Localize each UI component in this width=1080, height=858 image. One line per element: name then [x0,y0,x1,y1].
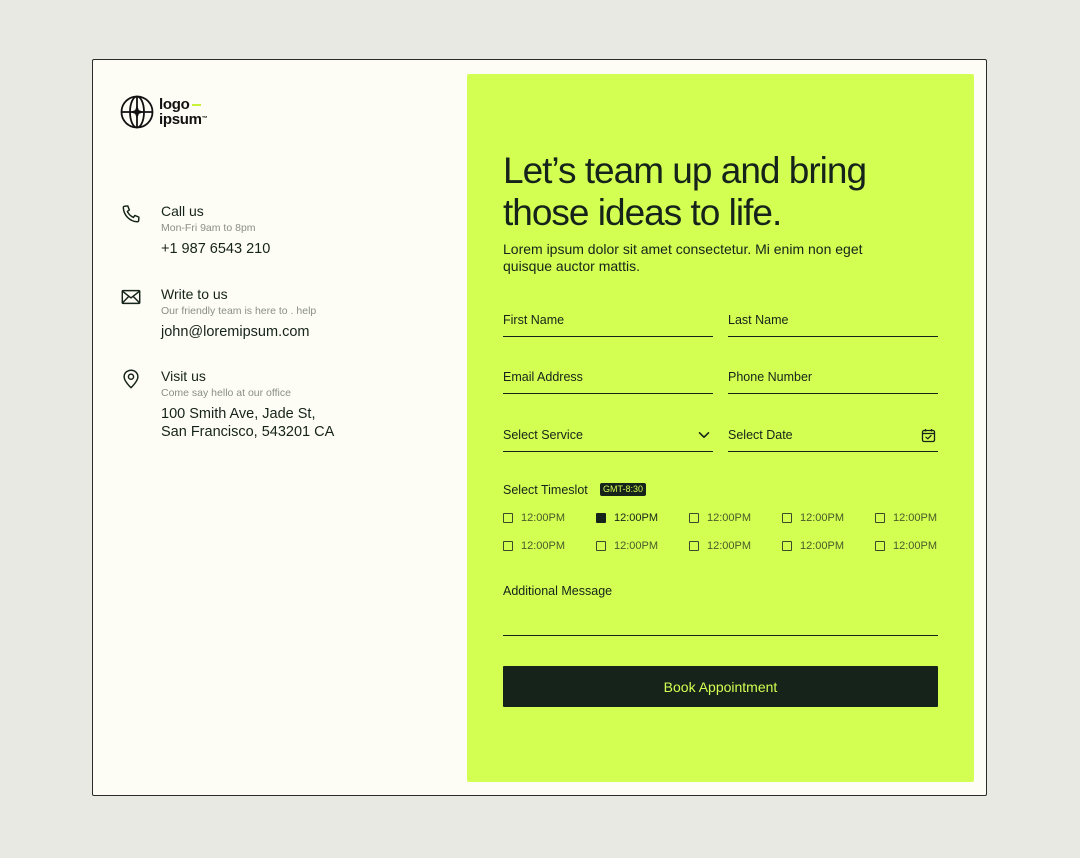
timeslot-checkbox[interactable] [596,513,606,523]
email-label: Email Address [503,370,583,384]
timeslot-label-text: 12:00PM [521,512,566,524]
timeslot-label-text: 12:00PM [614,512,659,524]
timeslot-label-text: 12:00PM [893,540,938,552]
phone-icon [122,205,140,223]
logo-line-2: ipsum [159,111,202,128]
form-lead-text: Lorem ipsum dolor sit amet consectetur. … [503,241,863,274]
contact-write: Write to us Our friendly team is here to… [120,285,316,341]
timeslot-label-text: 12:00PM [614,540,659,552]
contact-visit: Visit us Come say hello at our office 10… [120,367,334,441]
appointment-form-panel: Let’s team up and bring those ideas to l… [467,74,974,782]
date-label: Select Date [728,428,793,442]
contact-call-phone[interactable]: +1 987 6543 210 [161,240,270,258]
timeslot-checkbox[interactable] [689,541,699,551]
globe-logo-icon [120,95,154,129]
service-label: Select Service [503,428,583,442]
contact-visit-title: Visit us [161,368,206,384]
contact-call-title: Call us [161,203,204,219]
date-picker[interactable]: Select Date [728,426,938,452]
contact-visit-subtitle: Come say hello at our office [161,387,291,399]
logo-line-1: logo [159,96,190,113]
timeslot-option[interactable]: 12:00PM [782,512,844,524]
logo-accent-dash [192,103,202,106]
timeslot-option[interactable]: 12:00PM [782,540,844,552]
timeslot-option[interactable]: 12:00PM [596,512,658,524]
mail-icon [121,289,141,305]
phone-label: Phone Number [728,370,813,384]
last-name-field[interactable]: Last Name [728,311,938,337]
timeslot-option[interactable]: 12:00PM [503,540,565,552]
timeslot-label-text: 12:00PM [521,540,566,552]
logo[interactable]: logo ipsum™ [120,95,208,129]
timeslot-option[interactable]: 12:00PM [689,540,751,552]
timeslot-option[interactable]: 12:00PM [875,512,937,524]
timeslot-label-text: 12:00PM [893,512,938,524]
form-headline: Let’s team up and bring those ideas to l… [503,150,867,233]
contact-write-email[interactable]: john@loremipsum.com [161,323,316,341]
timeslot-label-text: 12:00PM [707,540,752,552]
logo-wordmark: logo ipsum™ [159,96,208,128]
timeslot-label-text: 12:00PM [800,512,845,524]
timeslot-checkbox[interactable] [782,513,792,523]
first-name-field[interactable]: First Name [503,311,713,337]
timeslot-label: Select Timeslot [503,483,588,497]
timeslot-checkbox[interactable] [503,541,513,551]
chevron-down-icon [698,432,710,438]
additional-message-field[interactable]: Additional Message [503,582,938,636]
location-pin-icon [123,369,139,389]
timeslot-checkbox[interactable] [503,513,513,523]
logo-trademark: ™ [201,116,208,122]
timeslot-option[interactable]: 12:00PM [503,512,565,524]
last-name-label: Last Name [728,313,789,327]
contact-write-title: Write to us [161,286,228,302]
timeslot-option[interactable]: 12:00PM [689,512,751,524]
timeslot-checkbox[interactable] [689,513,699,523]
book-appointment-button[interactable]: Book Appointment [503,666,938,707]
timeslot-checkbox[interactable] [782,541,792,551]
timezone-badge: GMT-8:30 [600,483,647,496]
timeslot-checkbox[interactable] [875,513,885,523]
timeslot-label-text: 12:00PM [800,540,845,552]
first-name-label: First Name [503,313,565,327]
phone-field[interactable]: Phone Number [728,368,938,394]
contact-call: Call us Mon-Fri 9am to 8pm +1 987 6543 2… [120,202,270,258]
contact-visit-address: 100 Smith Ave, Jade St, San Francisco, 5… [161,406,335,440]
calendar-icon[interactable] [921,428,936,443]
timeslot-label-text: 12:00PM [707,512,752,524]
additional-message-label: Additional Message [503,584,613,598]
email-field[interactable]: Email Address [503,368,713,394]
contact-call-subtitle: Mon-Fri 9am to 8pm [161,222,256,234]
service-select[interactable]: Select Service [503,426,713,452]
timeslot-checkbox[interactable] [596,541,606,551]
contact-card: logo ipsum™ Call us Mon-Fri 9am to 8pm +… [92,59,987,796]
timeslot-option[interactable]: 12:00PM [875,540,937,552]
timeslot-checkbox[interactable] [875,541,885,551]
contact-write-subtitle: Our friendly team is here to . help [161,305,317,317]
timeslot-option[interactable]: 12:00PM [596,540,658,552]
